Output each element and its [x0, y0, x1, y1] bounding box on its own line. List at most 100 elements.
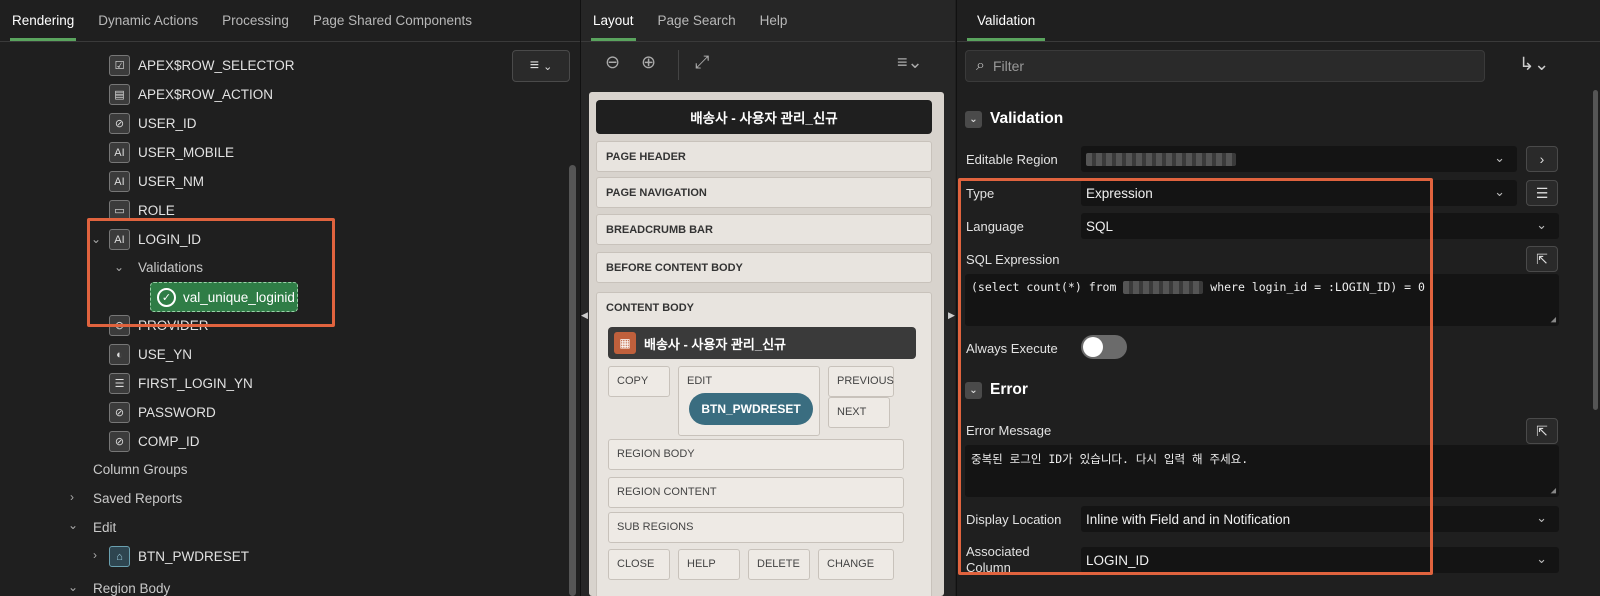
chevron-down-icon[interactable]: ⌄	[114, 260, 124, 274]
language-label: Language	[966, 219, 1024, 234]
tree-scrollbar[interactable]	[569, 165, 576, 596]
layout-menu-icon[interactable]: ≡⌄	[897, 52, 923, 73]
tree-item-label: USER_NM	[138, 174, 205, 189]
open-editor-icon: ⇱	[1536, 250, 1548, 267]
row-action-icon: ▤	[109, 84, 130, 105]
tab-validation[interactable]: Validation	[957, 0, 1055, 41]
always-execute-toggle[interactable]	[1081, 335, 1127, 359]
region-header[interactable]: ▦ 배송사 - 사용자 관리_신규	[608, 327, 916, 359]
chevron-right-icon[interactable]: ›	[93, 548, 97, 562]
tab-page-shared-components[interactable]: Page Shared Components	[301, 0, 484, 41]
tab-processing[interactable]: Processing	[210, 0, 301, 41]
editable-region-label: Editable Region	[966, 152, 1058, 167]
associated-column-value: LOGIN_ID	[1086, 552, 1150, 568]
language-select[interactable]: SQL ⌄	[1081, 213, 1559, 239]
type-list-button[interactable]: ☰	[1526, 180, 1558, 206]
chevron-right-icon[interactable]: ›	[70, 490, 74, 504]
tab-dynamic-actions[interactable]: Dynamic Actions	[86, 0, 210, 41]
slot-breadcrumb-bar[interactable]: BREADCRUMB BAR	[596, 214, 932, 245]
tree-item-label: FIRST_LOGIN_YN	[138, 376, 253, 391]
tree-item-column-groups[interactable]: Column Groups	[93, 455, 188, 484]
list-icon: ☰	[1535, 184, 1549, 201]
tree-item-edit[interactable]: Edit	[93, 513, 116, 542]
slot-sub-regions[interactable]: SUB REGIONS	[608, 512, 904, 543]
slot-page-navigation[interactable]: PAGE NAVIGATION	[596, 177, 932, 208]
chevron-down-icon[interactable]: ⌄	[68, 518, 78, 532]
tab-layout[interactable]: Layout	[581, 0, 646, 41]
slot-delete[interactable]: DELETE	[748, 549, 810, 580]
chevron-down-icon: ⌄	[543, 60, 553, 73]
tab-rendering[interactable]: Rendering	[0, 0, 86, 41]
slot-previous[interactable]: PREVIOUS	[828, 366, 894, 397]
slot-next[interactable]: NEXT	[828, 397, 890, 428]
splitter-right-arrow[interactable]: ▶	[948, 310, 955, 321]
tree-item-comp-id[interactable]: ⊘ COMP_ID	[109, 427, 200, 456]
hidden-column-icon: ⊘	[109, 113, 130, 134]
slot-region-content[interactable]: REGION CONTENT	[608, 477, 904, 508]
sql-expression-label: SQL Expression	[966, 252, 1060, 267]
select-column-icon: ▭	[109, 200, 130, 221]
chevron-down-icon[interactable]: ⌄	[68, 580, 78, 594]
slot-content-body[interactable]: CONTENT BODY ▦ 배송사 - 사용자 관리_신규 COPY EDIT…	[596, 292, 932, 596]
editable-region-select[interactable]: ⌄	[1081, 146, 1517, 172]
go-to-region-button[interactable]: ›	[1526, 146, 1558, 172]
tree-item-use-yn[interactable]: ◐ USE_YN	[109, 340, 192, 369]
always-execute-label: Always Execute	[966, 341, 1058, 356]
tree-item-user-mobile[interactable]: AI USER_MOBILE	[109, 138, 234, 167]
tree-item-saved-reports[interactable]: Saved Reports	[93, 484, 182, 513]
tree-item-region-body[interactable]: Region Body	[93, 574, 170, 596]
type-select[interactable]: Expression ⌄	[1081, 180, 1517, 206]
type-value: Expression	[1086, 185, 1153, 201]
tree-item-btn-pwdreset[interactable]: ⌂ BTN_PWDRESET	[109, 542, 249, 571]
tree-item-first-login-yn[interactable]: ☰ FIRST_LOGIN_YN	[109, 369, 253, 398]
property-scrollbar[interactable]	[1593, 90, 1598, 410]
error-expand-button[interactable]: ⇱	[1526, 418, 1558, 444]
resize-grip-icon[interactable]: ◢	[1551, 315, 1556, 325]
tree-item-provider[interactable]: ⊘ PROVIDER	[109, 311, 209, 340]
zoom-in-icon[interactable]: ⊕	[641, 52, 656, 73]
tree-item-label: APEX$ROW_ACTION	[138, 87, 274, 102]
slot-change[interactable]: CHANGE	[818, 549, 894, 580]
tree-item-login-id[interactable]: AI LOGIN_ID	[109, 225, 201, 254]
section-validation[interactable]: ⌄ Validation	[965, 110, 1063, 128]
slot-page-header[interactable]: PAGE HEADER	[596, 141, 932, 172]
page-title[interactable]: 배송사 - 사용자 관리_신규	[596, 100, 932, 134]
btn-pwdreset-button[interactable]: BTN_PWDRESET	[689, 393, 813, 425]
tree-item-row-selector[interactable]: ☑ APEX$ROW_SELECTOR	[109, 51, 295, 80]
tab-help[interactable]: Help	[748, 0, 800, 41]
tree-item-validations[interactable]: Validations	[138, 253, 203, 282]
sql-expression-textarea[interactable]: (select count(*) from where login_id = :…	[965, 274, 1559, 326]
expand-icon[interactable]: ⤢	[695, 52, 709, 73]
associated-column-select[interactable]: LOGIN_ID ⌄	[1081, 547, 1559, 573]
tree-item-role[interactable]: ▭ ROLE	[109, 196, 175, 225]
tree-item-user-nm[interactable]: AI USER_NM	[109, 167, 204, 196]
resize-grip-icon[interactable]: ◢	[1551, 486, 1556, 496]
tree-item-label: Edit	[93, 520, 117, 535]
toggle-knob	[1083, 337, 1103, 357]
display-location-select[interactable]: Inline with Field and in Notification ⌄	[1081, 506, 1559, 532]
go-to-group-icon[interactable]: ↳⌄	[1519, 54, 1549, 75]
section-error[interactable]: ⌄ Error	[965, 381, 1028, 399]
tree-item-val-unique-loginid[interactable]: ✓ val_unique_loginid	[150, 282, 298, 312]
slot-edit[interactable]: EDIT BTN_PWDRESET	[678, 366, 820, 436]
sql-expand-button[interactable]: ⇱	[1526, 246, 1558, 272]
slot-close[interactable]: CLOSE	[608, 549, 670, 580]
section-title: Validation	[990, 110, 1064, 127]
tree-item-label: val_unique_loginid	[183, 289, 295, 305]
slot-copy[interactable]: COPY	[608, 366, 670, 397]
property-editor-panel: Validation ⌕ Filter ↳⌄ ⌄ Validation Edit…	[956, 0, 1600, 596]
tree-item-label: Saved Reports	[93, 491, 183, 506]
splitter-left-arrow[interactable]: ◀	[581, 310, 589, 321]
tab-page-search[interactable]: Page Search	[646, 0, 748, 41]
slot-region-body[interactable]: REGION BODY	[608, 439, 904, 470]
tree-item-row-action[interactable]: ▤ APEX$ROW_ACTION	[109, 80, 273, 109]
chevron-down-icon[interactable]: ⌄	[91, 232, 101, 246]
tree-menu-button[interactable]: ≡ ⌄	[512, 50, 570, 82]
tree-item-password[interactable]: ⊘ PASSWORD	[109, 398, 216, 427]
filter-input[interactable]: ⌕ Filter	[965, 50, 1485, 82]
error-message-textarea[interactable]: 중복된 로그인 ID가 있습니다. 다시 입력 해 주세요. ◢	[965, 445, 1559, 497]
tree-item-user-id[interactable]: ⊘ USER_ID	[109, 109, 197, 138]
slot-help[interactable]: HELP	[678, 549, 740, 580]
zoom-out-icon[interactable]: ⊖	[605, 52, 620, 73]
slot-before-content-body[interactable]: BEFORE CONTENT BODY	[596, 252, 932, 283]
